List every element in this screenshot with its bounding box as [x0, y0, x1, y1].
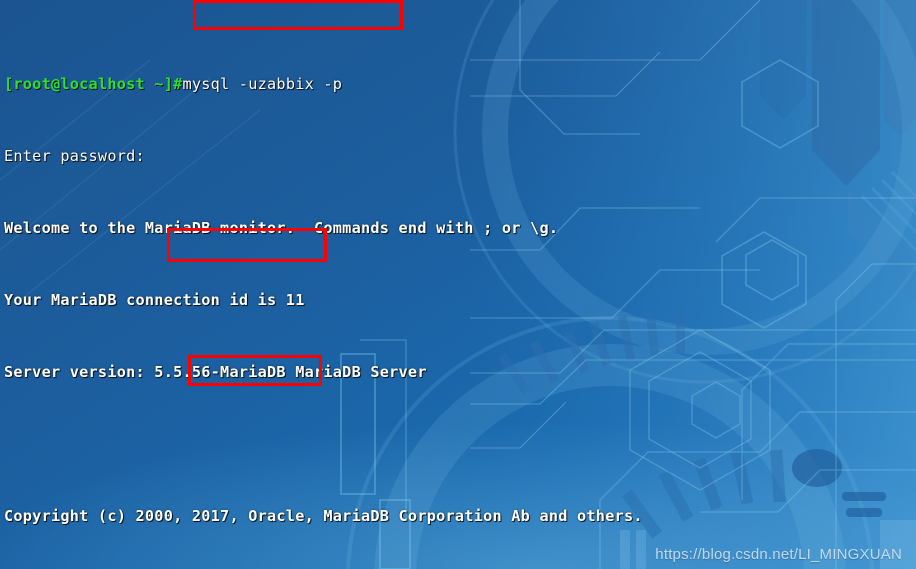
terminal-line: Copyright (c) 2000, 2017, Oracle, MariaD…: [4, 507, 643, 525]
terminal-line: Enter password:: [4, 147, 145, 165]
highlight-box-use-database: [167, 228, 327, 262]
terminal-line: Welcome to the MariaDB monitor. Commands…: [4, 219, 559, 237]
terminal-window: [root@localhost ~]#mysql -uzabbix -p Ent…: [0, 0, 916, 569]
highlight-box-show-tables: [188, 355, 322, 386]
terminal-line: [root@localhost ~]#mysql -uzabbix -p: [0, 72, 916, 96]
login-command: mysql -uzabbix -p: [182, 75, 343, 93]
terminal-line: Server version: 5.5.56-MariaDB MariaDB S…: [4, 363, 427, 381]
watermark: https://blog.csdn.net/LI_MINGXUAN: [655, 546, 902, 563]
terminal-line: Your MariaDB connection id is 11: [4, 291, 305, 309]
highlight-box-login-command: [193, 0, 403, 30]
terminal-output[interactable]: [root@localhost ~]#mysql -uzabbix -p Ent…: [0, 0, 916, 569]
shell-prompt: [root@localhost ~]#: [4, 75, 183, 93]
